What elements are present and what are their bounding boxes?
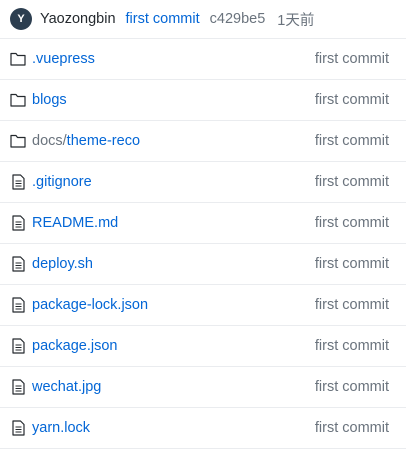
file-name[interactable]: wechat.jpg [32, 379, 315, 395]
avatar[interactable]: Y [10, 8, 32, 30]
file-row[interactable]: .vuepress first commit [0, 39, 406, 80]
file-icon [10, 174, 26, 190]
commit-message-link[interactable]: first commit [126, 11, 200, 27]
file-name[interactable]: README.md [32, 215, 315, 231]
file-commit-message[interactable]: first commit [315, 297, 389, 313]
file-icon [10, 297, 26, 313]
file-name[interactable]: docs/theme-reco [32, 133, 315, 149]
file-row[interactable]: wechat.jpg first commit [0, 367, 406, 408]
file-commit-message[interactable]: first commit [315, 379, 389, 395]
file-name[interactable]: .vuepress [32, 51, 315, 67]
file-list: .vuepress first commit blogs first commi… [0, 38, 406, 449]
file-name-link[interactable]: blogs [32, 92, 67, 108]
file-name[interactable]: package-lock.json [32, 297, 315, 313]
latest-commit-bar: Y Yaozongbin first commit c429be5 1天前 [0, 0, 406, 38]
file-name[interactable]: yarn.lock [32, 420, 315, 436]
folder-icon [10, 133, 26, 149]
file-name-link[interactable]: .gitignore [32, 174, 92, 190]
file-name[interactable]: package.json [32, 338, 315, 354]
file-row[interactable]: package.json first commit [0, 326, 406, 367]
file-row[interactable]: .gitignore first commit [0, 162, 406, 203]
file-commit-message[interactable]: first commit [315, 174, 389, 190]
file-icon [10, 256, 26, 272]
file-commit-message[interactable]: first commit [315, 215, 389, 231]
file-name-link[interactable]: wechat.jpg [32, 379, 101, 395]
file-name[interactable]: .gitignore [32, 174, 315, 190]
file-icon [10, 215, 26, 231]
path-prefix: docs/ [32, 133, 67, 149]
file-name-link[interactable]: README.md [32, 215, 118, 231]
file-name[interactable]: blogs [32, 92, 315, 108]
commit-sha[interactable]: c429be5 [210, 11, 266, 27]
file-row[interactable]: README.md first commit [0, 203, 406, 244]
file-name-link[interactable]: package.json [32, 338, 117, 354]
file-icon [10, 338, 26, 354]
file-name[interactable]: deploy.sh [32, 256, 315, 272]
file-name-link[interactable]: theme-reco [67, 133, 140, 149]
file-row[interactable]: docs/theme-reco first commit [0, 121, 406, 162]
file-icon [10, 420, 26, 436]
file-row[interactable]: deploy.sh first commit [0, 244, 406, 285]
file-commit-message[interactable]: first commit [315, 51, 389, 67]
file-name-link[interactable]: yarn.lock [32, 420, 90, 436]
file-name-link[interactable]: package-lock.json [32, 297, 148, 313]
file-row[interactable]: yarn.lock first commit [0, 408, 406, 449]
file-commit-message[interactable]: first commit [315, 256, 389, 272]
file-commit-message[interactable]: first commit [315, 133, 389, 149]
commit-time: 1天前 [277, 12, 315, 29]
folder-icon [10, 51, 26, 67]
file-commit-message[interactable]: first commit [315, 420, 389, 436]
file-name-link[interactable]: deploy.sh [32, 256, 93, 272]
folder-icon [10, 92, 26, 108]
file-row[interactable]: package-lock.json first commit [0, 285, 406, 326]
file-commit-message[interactable]: first commit [315, 92, 389, 108]
commit-author[interactable]: Yaozongbin [40, 11, 116, 27]
file-icon [10, 379, 26, 395]
file-row[interactable]: blogs first commit [0, 80, 406, 121]
file-commit-message[interactable]: first commit [315, 338, 389, 354]
file-name-link[interactable]: .vuepress [32, 51, 95, 67]
